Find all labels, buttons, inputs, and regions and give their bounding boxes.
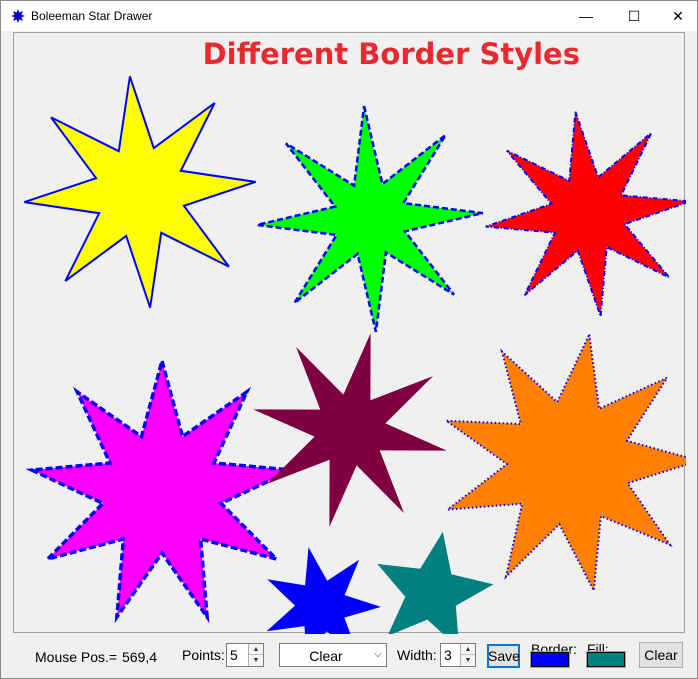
border-color-swatch[interactable] bbox=[530, 651, 570, 668]
title-bar[interactable]: Boleeman Star Drawer — ☐ ✕ bbox=[1, 1, 697, 31]
stars-layer bbox=[24, 76, 686, 634]
yellow-star bbox=[24, 76, 256, 308]
orange-star bbox=[442, 331, 686, 595]
width-spinner-arrows[interactable]: ▲ ▼ bbox=[460, 644, 475, 666]
bottom-toolbar: Mouse Pos.= 569,4 Points: 5 ▲ ▼ Clear ⌵ … bbox=[1, 637, 697, 679]
teal-star bbox=[377, 531, 494, 634]
width-label: Width: bbox=[397, 647, 437, 663]
save-button[interactable]: Save bbox=[487, 644, 520, 668]
width-spinner[interactable]: 3 ▲ ▼ bbox=[440, 643, 476, 667]
app-window: Boleeman Star Drawer — ☐ ✕ Different Bor… bbox=[0, 0, 698, 679]
window-title: Boleeman Star Drawer bbox=[31, 9, 153, 23]
width-value[interactable]: 3 bbox=[444, 647, 452, 663]
border-style-value: Clear bbox=[309, 648, 343, 664]
border-style-select[interactable]: Clear ⌵ bbox=[279, 643, 387, 667]
points-label: Points: bbox=[182, 647, 225, 663]
blue-star bbox=[266, 547, 381, 634]
mouse-pos-label: Mouse Pos.= bbox=[35, 649, 118, 665]
points-spinner-arrows[interactable]: ▲ ▼ bbox=[248, 644, 263, 666]
red-star bbox=[485, 111, 686, 317]
spin-up-icon[interactable]: ▲ bbox=[461, 644, 475, 655]
spin-up-icon[interactable]: ▲ bbox=[249, 644, 263, 655]
star-app-icon bbox=[11, 9, 25, 23]
minimize-button[interactable]: — bbox=[563, 1, 609, 31]
green-star bbox=[256, 105, 484, 333]
points-spinner[interactable]: 5 ▲ ▼ bbox=[226, 643, 264, 667]
spin-down-icon[interactable]: ▼ bbox=[461, 655, 475, 666]
maximize-button[interactable]: ☐ bbox=[611, 1, 657, 31]
drawing-canvas[interactable]: Different Border Styles bbox=[13, 32, 686, 634]
magenta-star bbox=[25, 354, 299, 624]
canvas-headline: Different Border Styles bbox=[202, 37, 580, 71]
spin-down-icon[interactable]: ▼ bbox=[249, 655, 263, 666]
fill-color-swatch[interactable] bbox=[586, 651, 626, 668]
maroon-star bbox=[253, 333, 447, 527]
chevron-down-icon[interactable]: ⌵ bbox=[374, 648, 382, 661]
close-button[interactable]: ✕ bbox=[655, 1, 698, 31]
clear-button[interactable]: Clear bbox=[639, 642, 683, 668]
points-value[interactable]: 5 bbox=[230, 647, 238, 663]
mouse-pos-value: 569,4 bbox=[122, 649, 158, 665]
